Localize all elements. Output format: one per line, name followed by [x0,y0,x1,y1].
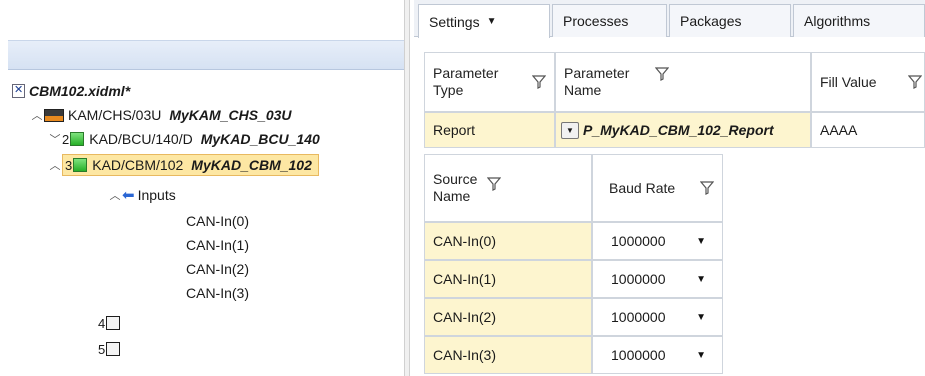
file-name: CBM102.xidml* [29,83,131,99]
module-green-icon [70,132,85,146]
column-header-fill-value[interactable]: Fill Value [811,52,925,112]
input-label: CAN-In(2) [186,261,250,277]
filter-funnel-icon[interactable] [655,67,669,81]
cell-source-name[interactable]: CAN-In(2) [424,298,592,336]
tab-processes[interactable]: Processes [552,4,667,37]
header-line: Type [433,82,464,98]
inputs-label: Inputs [137,187,176,203]
cell-source-name[interactable]: CAN-In(0) [424,222,592,260]
column-header-parameter-name[interactable]: Parameter Name [555,52,811,112]
panel-splitter[interactable] [404,0,410,376]
cell-baud-rate[interactable]: 1000000 ▼ [592,298,723,336]
module-name: MyKAD_CBM_102 [191,157,312,173]
tree-item-input[interactable]: CAN-In(1) [186,234,249,256]
cell-source-name[interactable]: CAN-In(1) [424,260,592,298]
module-path: KAD/CBM/102 [92,157,184,173]
tree-panel: CBM102.xidml* ︿ KAM/CHS/03U MyKAM_CHS_03… [0,0,408,376]
tab-label: Algorithms [804,13,871,29]
cell-text: 1000000 [611,271,666,287]
input-label: CAN-In(1) [186,237,250,253]
arrow-left-icon: ⬅ [122,187,135,204]
cell-text: CAN-In(0) [433,233,497,249]
tab-bar: Settings ▼ Processes Packages Algorithms [414,0,925,38]
filter-funnel-icon[interactable] [532,75,546,89]
tree-item-module-slot-2[interactable]: ﹀ 2 KAD/BCU/140/D MyKAD_BCU_140 [48,128,320,150]
empty-slot-icon [106,316,121,330]
xidml-file-icon [12,83,25,98]
chassis-path: KAM/CHS/03U [68,107,162,123]
expand-caret-icon[interactable]: ︿ [48,157,62,173]
tree-item-empty-slot-5[interactable]: 5 [98,338,121,360]
cell-text: CAN-In(1) [433,271,497,287]
chevron-down-icon[interactable]: ▼ [696,236,706,247]
chassis-icon [44,108,64,122]
filter-funnel-icon[interactable] [700,181,714,195]
tab-algorithms[interactable]: Algorithms [793,4,925,37]
module-green-icon [73,158,88,172]
tab-label: Packages [680,13,742,29]
filter-funnel-icon[interactable] [908,75,922,89]
tree-item-empty-slot-4[interactable]: 4 [98,312,121,334]
tab-packages[interactable]: Packages [669,4,791,37]
slot-number: 2 [62,131,70,147]
tree-item-input[interactable]: CAN-In(3) [186,282,249,304]
tree-item-inputs[interactable]: ︿ ⬅ Inputs [108,184,176,206]
chevron-down-icon[interactable]: ▼ [696,312,706,323]
cell-text: AAAA [820,122,858,138]
filter-funnel-icon[interactable] [487,177,501,191]
chevron-down-icon[interactable]: ▼ [487,16,497,27]
cell-parameter-name[interactable]: ▼ P_MyKAD_CBM_102_Report [555,112,811,148]
cell-text: 1000000 [611,309,666,325]
cell-fill-value[interactable]: AAAA [811,112,925,148]
header-line: Parameter [564,65,630,81]
tree-item-input[interactable]: CAN-In(0) [186,210,249,232]
selected-module-highlight[interactable]: 3 KAD/CBM/102 MyKAD_CBM_102 [62,154,319,176]
chassis-name: MyKAM_CHS_03U [169,107,292,123]
cell-text: CAN-In(2) [433,309,497,325]
cell-text: 1000000 [611,347,666,363]
expand-caret-icon[interactable]: ︿ [30,107,44,123]
slot-number: 5 [98,341,106,357]
column-header-baud-rate[interactable]: Baud Rate [592,154,723,222]
cell-text: Report [433,122,476,138]
tree-item-file[interactable]: CBM102.xidml* [12,80,130,102]
chevron-down-icon[interactable]: ▼ [696,274,706,285]
header-line: Name [564,82,602,98]
cell-text: 1000000 [611,233,666,249]
column-header-source-name[interactable]: Source Name [424,154,592,222]
cell-text: P_MyKAD_CBM_102_Report [583,122,774,138]
module-path: KAD/BCU/140/D [89,131,193,147]
module-name: MyKAD_BCU_140 [200,131,320,147]
input-label: CAN-In(3) [186,285,250,301]
header-line: Fill Value [820,73,877,90]
tree-panel-header [8,40,406,70]
collapse-caret-icon[interactable]: ﹀ [48,131,62,147]
input-label: CAN-In(0) [186,213,250,229]
tab-settings[interactable]: Settings ▼ [418,4,550,38]
tree-item-input[interactable]: CAN-In(2) [186,258,249,280]
expand-caret-icon[interactable]: ︿ [108,187,122,203]
header-line: Source [433,171,478,187]
cell-baud-rate[interactable]: 1000000 ▼ [592,336,723,374]
header-line: Name [433,188,471,204]
slot-number: 4 [98,315,106,331]
tree-item-chassis[interactable]: ︿ KAM/CHS/03U MyKAM_CHS_03U [30,104,292,126]
cell-parameter-type[interactable]: Report [424,112,555,148]
tab-label: Processes [563,13,629,29]
tab-label: Settings [429,13,480,30]
empty-slot-icon [106,342,121,356]
slot-number: 3 [65,157,73,173]
tree-item-module-slot-3[interactable]: ︿ 3 KAD/CBM/102 MyKAD_CBM_102 [48,154,319,176]
cell-text: CAN-In(3) [433,347,497,363]
cell-baud-rate[interactable]: 1000000 ▼ [592,260,723,298]
header-line: Parameter [433,65,499,81]
cell-baud-rate[interactable]: 1000000 ▼ [592,222,723,260]
combo-dropdown-icon[interactable]: ▼ [561,121,579,139]
chevron-down-icon[interactable]: ▼ [696,350,706,361]
column-header-parameter-type[interactable]: Parameter Type [424,52,555,112]
cell-source-name[interactable]: CAN-In(3) [424,336,592,374]
header-line: Baud Rate [609,179,676,196]
